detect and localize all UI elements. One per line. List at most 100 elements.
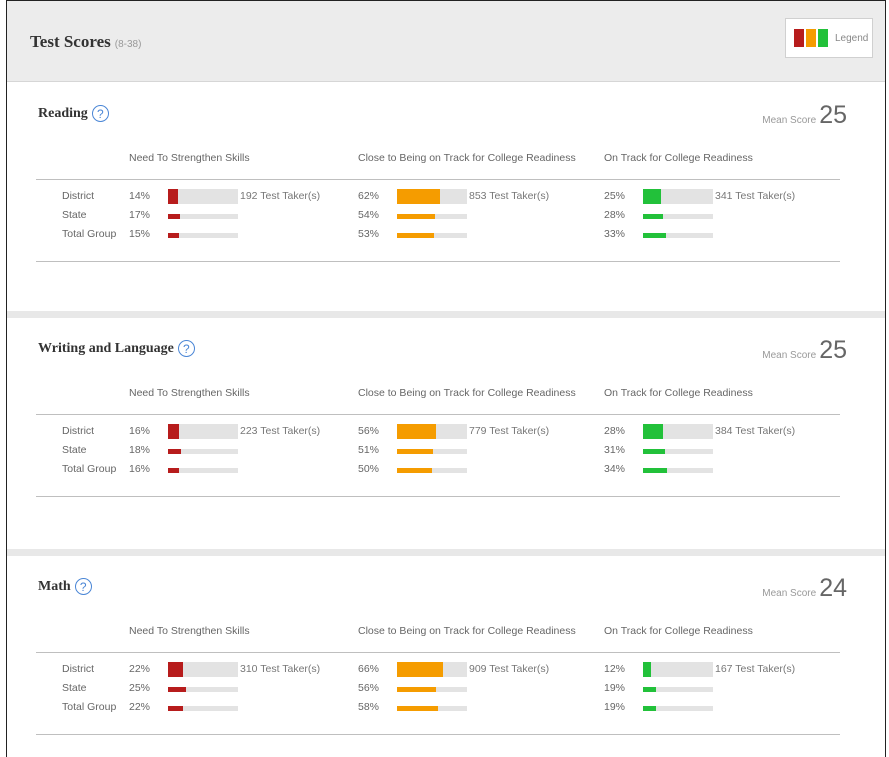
mean-score: Mean Score 25 [762, 336, 847, 365]
column-header: Close to Being on Track for College Read… [358, 625, 576, 637]
score-bar-track [397, 424, 467, 439]
percent-value: 22% [129, 663, 151, 675]
help-icon[interactable]: ? [91, 105, 109, 122]
row-label-total: Total Group [62, 701, 117, 713]
column-header: Need To Strengthen Skills [129, 625, 250, 637]
percent-value: 22% [129, 701, 151, 713]
score-bar-track [643, 233, 713, 238]
score-bar-track [397, 468, 467, 473]
percent-value: 34% [604, 463, 626, 475]
score-bar-track [168, 214, 238, 219]
mean-score: Mean Score 25 [762, 101, 847, 130]
score-bar-fill [168, 687, 186, 692]
score-bar-fill [643, 449, 665, 454]
score-bar-track [397, 214, 467, 219]
score-bar-fill [397, 449, 433, 454]
score-bar-fill [168, 424, 180, 439]
percent-value: 51% [358, 444, 380, 456]
score-bar-fill [168, 214, 180, 219]
percent-value: 54% [358, 209, 380, 221]
score-bar-track [643, 662, 713, 677]
percent-value: 19% [604, 682, 626, 694]
percent-value: 25% [129, 682, 151, 694]
score-bar-track [168, 189, 238, 204]
score-bar-fill [643, 233, 667, 238]
mean-score-label: Mean Score [762, 350, 817, 361]
percent-value: 28% [604, 209, 626, 221]
score-bar-track [397, 189, 467, 204]
score-bar-track [643, 189, 713, 204]
row-label-total: Total Group [62, 228, 117, 240]
mean-score-label: Mean Score [762, 115, 817, 126]
percent-value: 25% [604, 190, 626, 202]
percent-value: 50% [358, 463, 380, 475]
score-bar-fill [168, 233, 179, 238]
column-header: Need To Strengthen Skills [129, 152, 250, 164]
section-title-text: Writing and Language [38, 340, 174, 356]
score-bar-fill [643, 706, 657, 711]
score-bar-fill [643, 189, 661, 204]
score-bar-fill [643, 687, 657, 692]
score-bar-fill [397, 468, 432, 473]
page-title: Test Scores (8-38) [30, 32, 141, 52]
title-text: Test Scores [30, 32, 111, 51]
help-icon[interactable]: ? [74, 578, 92, 595]
row-label-district: District [62, 425, 95, 437]
test-taker-count: 167 Test Taker(s) [715, 663, 796, 675]
score-bar-track [643, 687, 713, 692]
score-bar-track [168, 468, 238, 473]
score-range: (8-38) [114, 39, 142, 50]
section-title-reading: Reading? [38, 105, 109, 122]
score-bar-track [643, 468, 713, 473]
score-bar-fill [643, 214, 663, 219]
score-bar-track [643, 449, 713, 454]
test-taker-count: 310 Test Taker(s) [240, 663, 321, 675]
row-label-district: District [62, 663, 95, 675]
score-bar-track [397, 233, 467, 238]
score-bar-track [168, 687, 238, 692]
percent-value: 17% [129, 209, 151, 221]
legend-label: Legend [835, 32, 869, 44]
score-bar-track [168, 449, 238, 454]
percent-value: 66% [358, 663, 380, 675]
score-bar-fill [397, 189, 441, 204]
score-bar-track [168, 662, 238, 677]
percent-value: 31% [604, 444, 626, 456]
section-title-text: Math [38, 578, 71, 594]
score-bar-track [643, 706, 713, 711]
test-taker-count: 192 Test Taker(s) [240, 190, 321, 202]
score-bar-fill [397, 424, 437, 439]
test-taker-count: 909 Test Taker(s) [469, 663, 550, 675]
section-separator [7, 549, 885, 556]
score-bar-track [397, 449, 467, 454]
table-bottom-rule [36, 261, 840, 262]
help-icon[interactable]: ? [177, 340, 195, 357]
score-bar-fill [168, 449, 181, 454]
score-bar-fill [397, 662, 444, 677]
percent-value: 56% [358, 682, 380, 694]
mean-score-label: Mean Score [762, 588, 817, 599]
legend-orange-swatch [806, 29, 816, 47]
mean-score-value: 24 [819, 574, 847, 602]
score-bar-track [168, 233, 238, 238]
legend-button[interactable]: Legend [785, 18, 873, 58]
column-header: Close to Being on Track for College Read… [358, 152, 576, 164]
score-bar-track [168, 706, 238, 711]
score-bar-fill [168, 189, 178, 204]
test-scores-panel: Test Scores (8-38) Legend Reading? Mean Sc… [6, 0, 886, 757]
mean-score-value: 25 [819, 101, 847, 129]
table-bottom-rule [36, 734, 840, 735]
percent-value: 16% [129, 425, 151, 437]
percent-value: 28% [604, 425, 626, 437]
percent-value: 56% [358, 425, 380, 437]
percent-value: 15% [129, 228, 151, 240]
row-label-state: State [62, 209, 87, 221]
percent-value: 18% [129, 444, 151, 456]
score-bar-track [643, 424, 713, 439]
row-label-district: District [62, 190, 95, 202]
mean-score-value: 25 [819, 336, 847, 364]
table-top-rule [36, 652, 840, 653]
score-bar-track [168, 424, 238, 439]
score-bar-fill [397, 233, 435, 238]
score-bar-fill [643, 424, 663, 439]
